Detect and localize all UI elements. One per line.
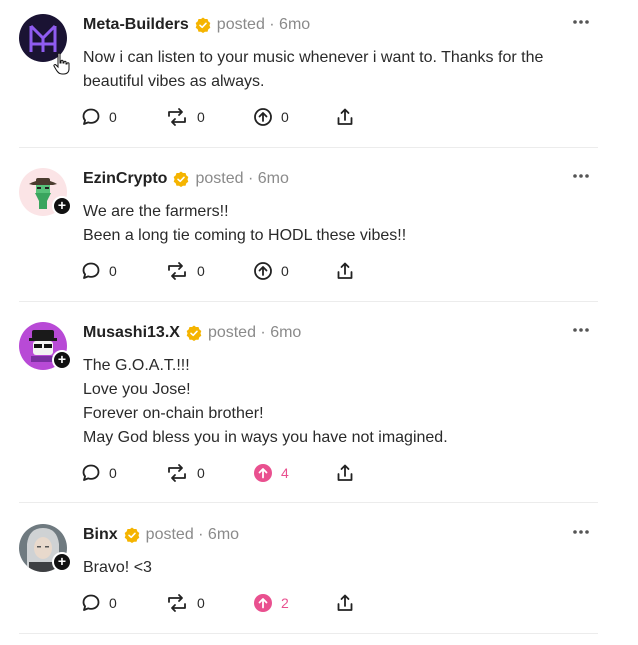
more-options-icon[interactable] (572, 172, 590, 180)
verified-badge-icon (124, 527, 139, 543)
avatar[interactable]: + (19, 168, 72, 216)
comment-count: 0 (109, 465, 117, 481)
upvote-button[interactable]: 2 (253, 592, 289, 614)
upvote-icon (254, 108, 272, 126)
post-meta: posted · 6mo (195, 170, 289, 187)
author-name[interactable]: Musashi13.X (83, 324, 180, 342)
upvote-icon (254, 464, 272, 482)
post-header: Binx posted · 6mo (83, 524, 239, 546)
more-options-icon[interactable] (572, 326, 590, 334)
post-text-line: Now i can listen to your music whenever … (83, 49, 544, 90)
post-actions: 0 0 0 (81, 106, 371, 128)
post-actions: 0 0 2 (81, 592, 371, 614)
upvote-button[interactable]: 0 (253, 106, 289, 128)
comment-button[interactable]: 0 (81, 592, 117, 614)
comment-feed: Meta-Builders posted · 6mo Now i can lis… (0, 0, 638, 645)
comment-count: 0 (109, 109, 117, 125)
upvote-icon (254, 262, 272, 280)
repost-count: 0 (197, 263, 205, 279)
comment-count: 0 (109, 595, 117, 611)
post-text-line: May God bless you in ways you have not i… (83, 429, 448, 446)
repost-count: 0 (197, 465, 205, 481)
repost-icon (168, 464, 186, 482)
upvote-count: 2 (281, 595, 289, 611)
comment-button[interactable]: 0 (81, 260, 117, 282)
upvote-button[interactable]: 0 (253, 260, 289, 282)
share-icon (337, 262, 353, 279)
comment-icon (82, 464, 100, 481)
upvote-count: 0 (281, 263, 289, 279)
share-button[interactable] (335, 260, 355, 282)
repost-count: 0 (197, 109, 205, 125)
author-name[interactable]: Binx (83, 526, 118, 544)
post-header: Musashi13.X posted · 6mo (83, 322, 301, 344)
share-button[interactable] (335, 462, 355, 484)
share-icon (337, 108, 353, 125)
repost-button[interactable]: 0 (165, 260, 205, 282)
comment-icon (82, 108, 100, 125)
divider (19, 301, 598, 302)
repost-icon (168, 262, 186, 280)
divider (19, 502, 598, 503)
share-icon (337, 594, 353, 611)
post-header: Meta-Builders posted · 6mo (83, 14, 310, 36)
repost-icon (168, 108, 186, 126)
upvote-button[interactable]: 4 (253, 462, 289, 484)
post-header: EzinCrypto posted · 6mo (83, 168, 289, 190)
share-button[interactable] (335, 106, 355, 128)
more-options-icon[interactable] (572, 528, 590, 536)
repost-button[interactable]: 0 (165, 106, 205, 128)
comment-count: 0 (109, 263, 117, 279)
avatar[interactable]: + (19, 524, 72, 572)
post-body: We are the farmers!! Been a long tie com… (83, 200, 593, 248)
comment-button[interactable]: 0 (81, 462, 117, 484)
upvote-count: 0 (281, 109, 289, 125)
upvote-count: 4 (281, 465, 289, 481)
divider (19, 633, 598, 634)
post-text-line: Been a long tie coming to HODL these vib… (83, 227, 407, 244)
post-body: Now i can listen to your music whenever … (83, 46, 593, 94)
comment-button[interactable]: 0 (81, 106, 117, 128)
post-meta: posted · 6mo (207, 324, 302, 341)
verified-badge-icon (195, 17, 211, 33)
verified-badge-icon (174, 171, 189, 187)
comment-icon (82, 262, 100, 279)
follow-plus-icon[interactable]: + (52, 196, 72, 216)
post-text-line: Bravo! <3 (83, 559, 152, 576)
post-text-line: We are the farmers!! (83, 203, 229, 220)
verified-badge-icon (186, 325, 202, 341)
repost-count: 0 (197, 595, 205, 611)
post-actions: 0 0 0 (81, 260, 371, 282)
author-name[interactable]: EzinCrypto (83, 170, 167, 188)
post-meta: posted · 6mo (216, 16, 311, 33)
repost-button[interactable]: 0 (165, 462, 205, 484)
post-actions: 0 0 4 (81, 462, 371, 484)
post-text-line: Love you Jose! (83, 381, 191, 398)
comment-icon (82, 594, 100, 611)
share-button[interactable] (335, 592, 355, 614)
share-icon (337, 464, 353, 481)
divider (19, 147, 598, 148)
post-text-line: The G.O.A.T.!!! (83, 357, 190, 374)
more-options-icon[interactable] (572, 18, 590, 26)
avatar[interactable]: + (19, 322, 72, 370)
author-name[interactable]: Meta-Builders (83, 16, 189, 34)
post-body: The G.O.A.T.!!! Love you Jose! Forever o… (83, 354, 593, 450)
follow-plus-icon[interactable]: + (52, 350, 72, 370)
follow-plus-icon[interactable]: + (52, 552, 72, 572)
post-text-line: Forever on-chain brother! (83, 405, 264, 422)
repost-button[interactable]: 0 (165, 592, 205, 614)
post-body: Bravo! <3 (83, 556, 593, 580)
post-meta: posted · 6mo (145, 526, 240, 543)
upvote-icon (254, 594, 272, 612)
repost-icon (168, 594, 186, 612)
hand-cursor-icon (53, 52, 70, 75)
